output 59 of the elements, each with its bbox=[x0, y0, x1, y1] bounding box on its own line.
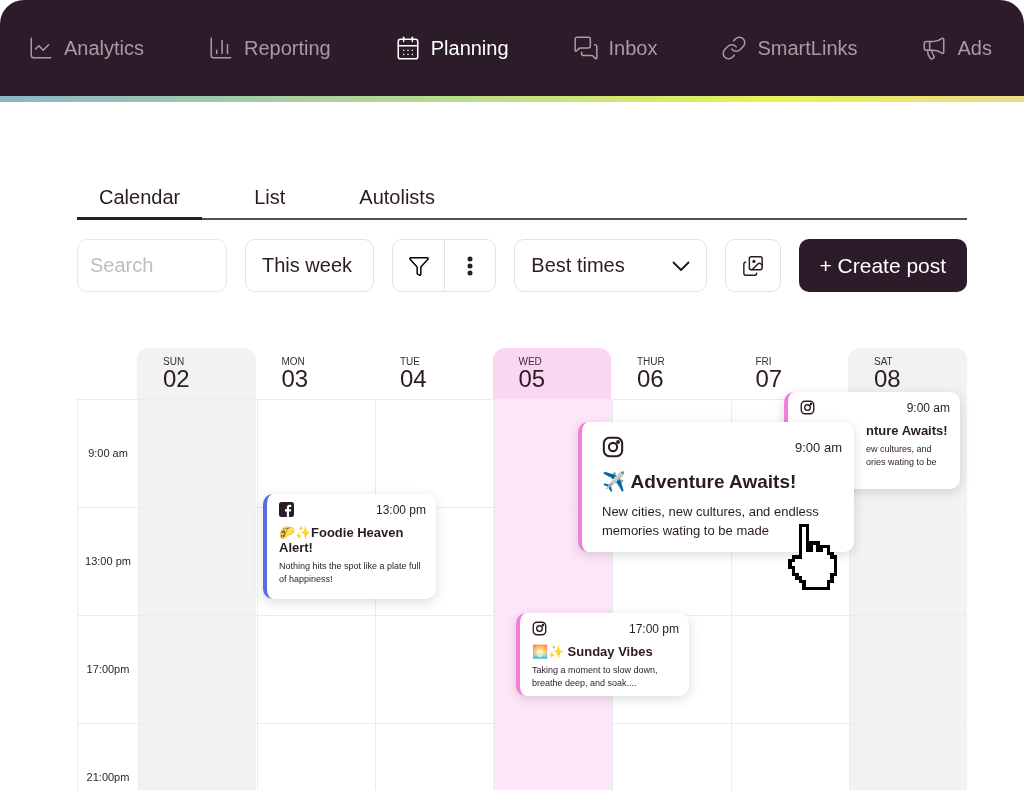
day-name: TUE bbox=[400, 356, 421, 367]
best-times-dropdown[interactable]: Best times bbox=[514, 239, 707, 292]
post-time: 9:00 am bbox=[906, 400, 950, 415]
day-name: THUR bbox=[637, 356, 666, 367]
nav-item[interactable]: Reporting bbox=[208, 35, 331, 61]
tab[interactable]: Calendar bbox=[77, 186, 203, 220]
nav-item[interactable]: SmartLinks bbox=[721, 35, 858, 61]
chart-line-icon bbox=[28, 35, 54, 61]
nav-item[interactable]: Ads bbox=[921, 35, 992, 61]
day-date: 06 bbox=[637, 367, 665, 391]
bar-chart-icon bbox=[208, 35, 234, 61]
nav-item[interactable]: Analytics bbox=[28, 35, 145, 61]
day-date: 08 bbox=[874, 367, 902, 391]
day-name: SAT bbox=[874, 356, 894, 367]
post-card[interactable]: 17:00 pm 🌅✨ Sunday Vibes Taking a moment to slow down, breathe deep, and soak.... bbox=[516, 613, 689, 696]
post-card[interactable]: 13:00 pm 🌮✨Foodie Heaven Alert! Nothing hits the spot like a plate full of happiness! bbox=[263, 494, 436, 599]
calendar-icon bbox=[394, 35, 421, 61]
post-time: 13:00 pm bbox=[375, 502, 426, 517]
more-icon bbox=[467, 255, 474, 276]
link-icon bbox=[721, 35, 748, 61]
day-date: 07 bbox=[755, 367, 784, 391]
time-label: 9:00 am bbox=[88, 447, 128, 459]
create-post-button[interactable]: + Create post bbox=[798, 239, 967, 292]
nav-item[interactable]: Inbox bbox=[572, 35, 658, 61]
day-name: SUN bbox=[163, 356, 186, 367]
instagram-icon bbox=[800, 400, 815, 415]
time-label: 13:00 pm bbox=[85, 555, 131, 567]
time-label: 17:00pm bbox=[86, 663, 130, 675]
post-title: 🌅✨ Sunday Vibes bbox=[532, 644, 654, 659]
post-title: nture Awaits! bbox=[866, 423, 949, 438]
instagram-icon bbox=[532, 621, 547, 636]
chevron-down-icon bbox=[671, 260, 690, 271]
day-name: FRI bbox=[755, 356, 773, 367]
day-date: 02 bbox=[163, 367, 191, 391]
day-name: MON bbox=[281, 356, 306, 367]
media-button[interactable] bbox=[724, 239, 781, 292]
post-text: Taking a moment to slow down, breathe deep, and soak.... bbox=[532, 664, 659, 691]
day-date: 03 bbox=[281, 367, 310, 391]
chat-bubbles-icon bbox=[572, 35, 599, 61]
post-text: Nothing hits the spot like a plate full of happiness! bbox=[279, 560, 422, 587]
post-time: 17:00 pm bbox=[628, 621, 679, 636]
day-date: 05 bbox=[518, 367, 547, 391]
filter-icon bbox=[407, 254, 430, 277]
day-name: WED bbox=[518, 356, 543, 367]
post-card[interactable]: 9:00 am ✈ Adventure Awaits! New cities, new cultures, and endless memories wating to be made bbox=[578, 422, 854, 552]
megaphone-icon bbox=[921, 35, 948, 61]
post-text: New cities, new cultures, and endless memories wating to be made bbox=[602, 503, 820, 540]
date-range-button[interactable]: This week bbox=[245, 239, 375, 292]
search-field[interactable]: Search bbox=[77, 239, 227, 292]
post-time: 9:00 am bbox=[795, 439, 842, 455]
tab[interactable]: Autolists bbox=[337, 186, 457, 220]
post-text: ew cultures, and ories wating to be bbox=[866, 443, 938, 470]
post-title: 🌮✨Foodie Heaven Alert! bbox=[279, 525, 405, 555]
facebook-icon bbox=[279, 502, 294, 517]
time-label: 21:00pm bbox=[86, 771, 130, 783]
tab[interactable]: List bbox=[232, 186, 308, 220]
day-date: 04 bbox=[400, 367, 428, 391]
instagram-icon bbox=[602, 436, 624, 458]
nav-item[interactable]: Planning bbox=[394, 35, 509, 61]
